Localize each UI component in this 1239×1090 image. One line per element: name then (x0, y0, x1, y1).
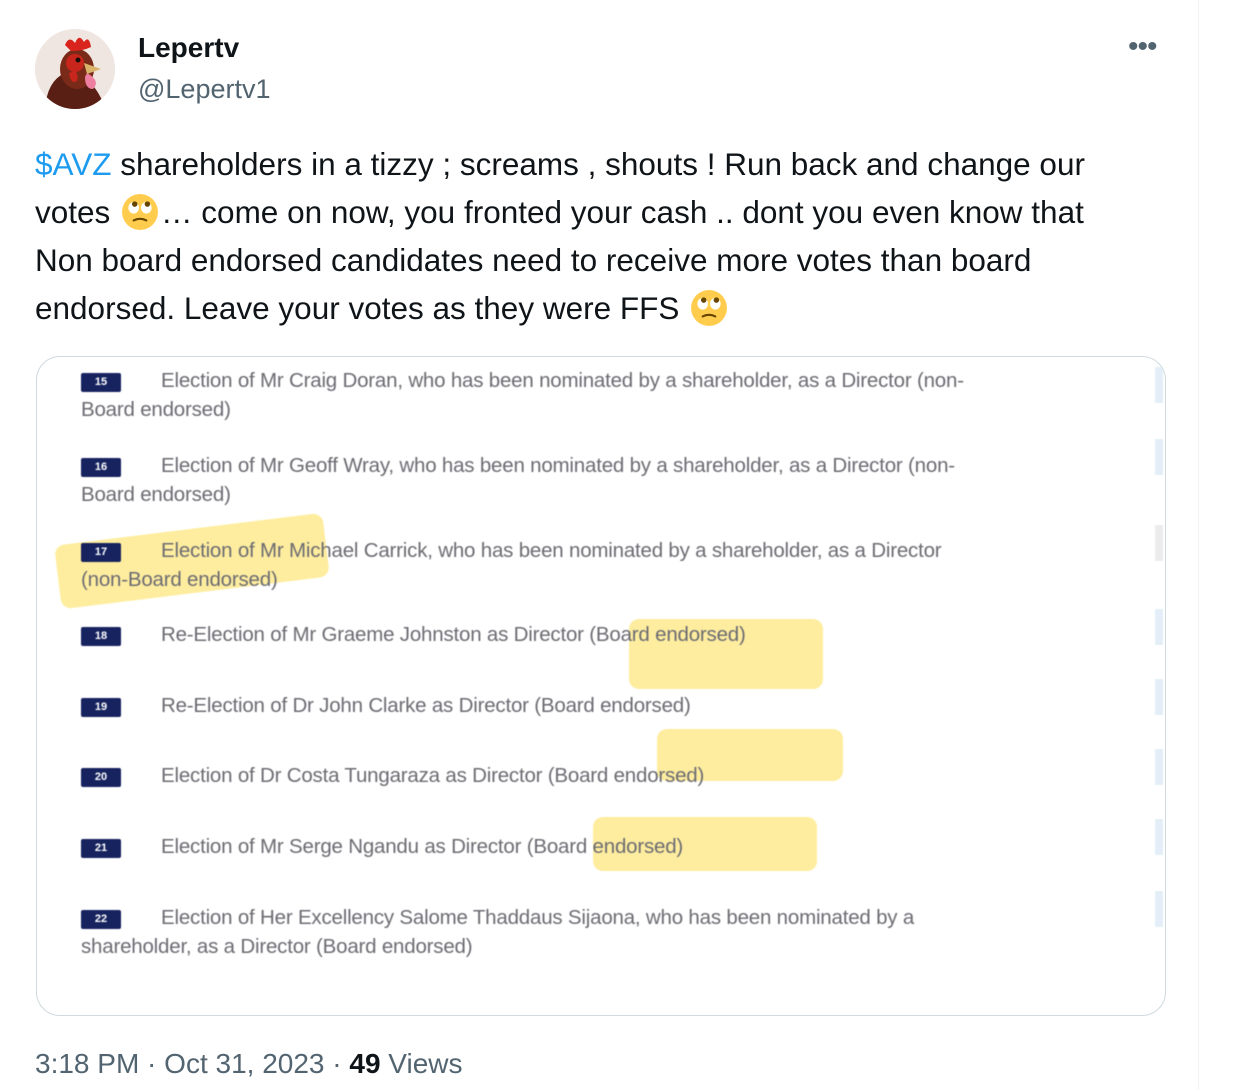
column-mark (1155, 819, 1163, 855)
face-with-rolling-eyes-icon (122, 194, 158, 230)
author-handle[interactable]: @Lepertv1 (138, 74, 270, 105)
resolution-number: 15 (81, 373, 121, 392)
resolution-text: Election of Her Excellency Salome Thadda… (161, 906, 915, 929)
column-mark (1155, 367, 1163, 403)
resolution-number: 18 (81, 627, 121, 646)
resolution-number: 22 (81, 910, 121, 929)
author-name[interactable]: Lepertv (138, 32, 239, 64)
tweet-meta: 3:18 PM · Oct 31, 2023 · 49 Views (35, 1048, 463, 1080)
timeline-divider (1198, 0, 1199, 1090)
resolution-number: 20 (81, 768, 121, 787)
resolution-text: Election of Mr Serge Ngandu as Director … (161, 835, 684, 858)
tweet-text: $AVZ shareholders in a tizzy ; screams ,… (35, 140, 1145, 332)
rooster-avatar-image (35, 29, 115, 109)
resolution-number: 16 (81, 458, 121, 477)
column-mark (1155, 439, 1163, 475)
face-with-rolling-eyes-icon (691, 290, 728, 326)
resolution-number: 17 (81, 543, 121, 562)
resolution-text-continued: shareholder, as a Director (Board endors… (81, 935, 473, 958)
resolution-text: Re-Election of Dr John Clarke as Directo… (161, 694, 691, 717)
column-mark (1155, 679, 1163, 715)
column-mark (1155, 525, 1163, 561)
resolution-text: Election of Dr Costa Tungaraza as Direct… (161, 764, 705, 787)
resolution-number: 21 (81, 839, 121, 858)
avatar[interactable] (35, 29, 115, 109)
column-mark (1155, 891, 1163, 927)
attached-image[interactable]: 15 Election of Mr Craig Doran, who has b… (36, 356, 1166, 1016)
resolution-text: Election of Mr Michael Carrick, who has … (161, 539, 942, 562)
resolution-text: Election of Mr Craig Doran, who has been… (161, 369, 964, 392)
timestamp-link[interactable]: 3:18 PM · Oct 31, 2023 · (35, 1048, 349, 1079)
resolutions-screenshot: 15 Election of Mr Craig Doran, who has b… (37, 357, 1165, 1015)
column-mark (1155, 609, 1163, 645)
resolution-number: 19 (81, 698, 121, 717)
resolution-text: Election of Mr Geoff Wray, who has been … (161, 454, 955, 477)
views-count[interactable]: 49 (349, 1048, 380, 1079)
column-mark (1155, 749, 1163, 785)
tweet-text-part2: … come on now, you fronted your cash .. … (35, 194, 1084, 326)
views-label[interactable]: Views (381, 1048, 462, 1079)
resolution-text-continued: Board endorsed) (81, 398, 231, 421)
resolution-text: Re-Election of Mr Graeme Johnston as Dir… (161, 623, 746, 646)
resolution-text-continued: (non-Board endorsed) (81, 568, 278, 591)
more-options-icon[interactable]: ••• (1128, 30, 1157, 64)
resolution-text-continued: Board endorsed) (81, 483, 231, 506)
cashtag-link[interactable]: $AVZ (35, 146, 111, 182)
